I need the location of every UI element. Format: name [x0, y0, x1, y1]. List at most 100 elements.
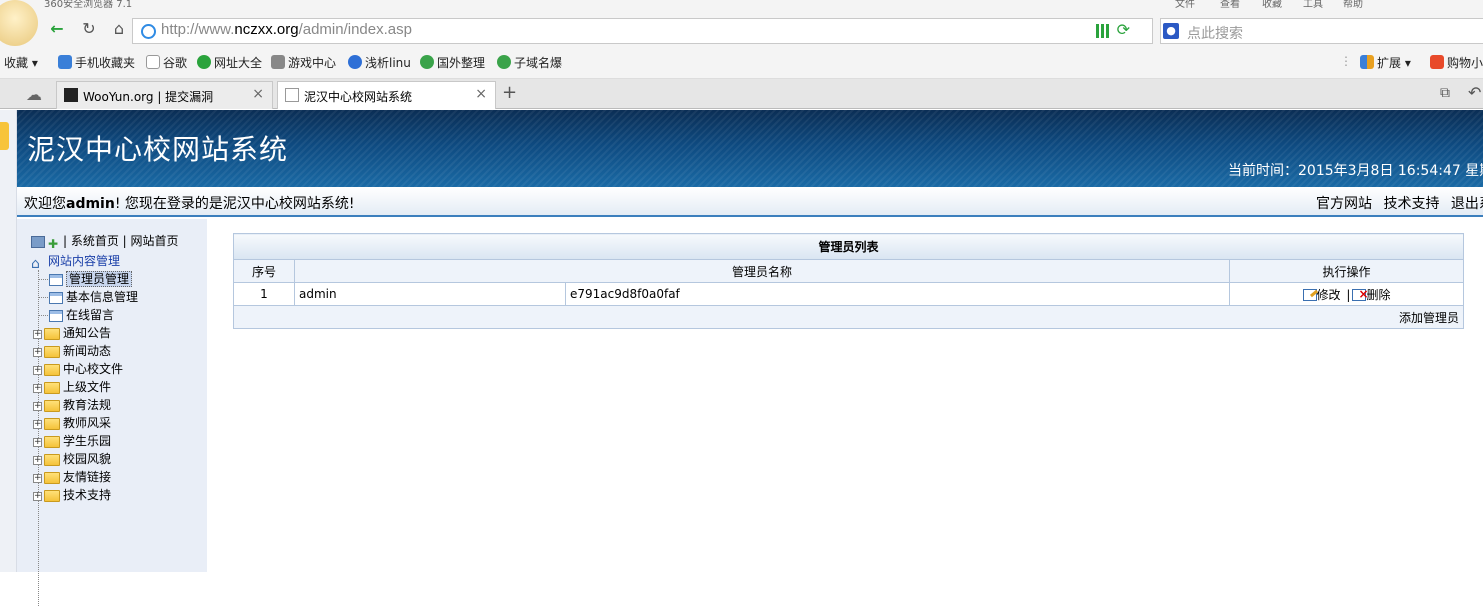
monitor-icon: [31, 236, 45, 248]
cell-no: 1: [233, 282, 295, 306]
add-admin-link[interactable]: 添加管理员: [1399, 311, 1459, 325]
home-icon[interactable]: ⌂: [108, 18, 130, 40]
fav-item-subdomain[interactable]: 子域名爆: [497, 54, 562, 71]
sidebar-folder-notices[interactable]: + 通知公告: [33, 324, 111, 342]
current-time: 当前时间：2015年3月8日 16:54:47 星期: [1228, 163, 1483, 179]
qr-code-icon[interactable]: [1096, 24, 1110, 38]
favorites-menu[interactable]: 收藏 ▾: [4, 54, 38, 71]
folder-icon: [44, 328, 60, 340]
fav-item-mobile[interactable]: 手机收藏夹: [58, 54, 135, 71]
folder-icon: [44, 346, 60, 358]
folder-icon: [44, 382, 60, 394]
site-security-icon: [141, 24, 156, 39]
user-avatar-icon[interactable]: [0, 0, 38, 46]
edit-button[interactable]: 修改: [1302, 288, 1341, 302]
sidebar-home-links[interactable]: ✚ | 系统首页 | 网站首页: [31, 232, 179, 250]
sidebar-folder-regulations[interactable]: + 教育法规: [33, 396, 111, 414]
page-icon: [49, 292, 63, 304]
cell-admin-password: e791ac9d8f0a0faf: [565, 282, 1230, 306]
column-header-actions: 执行操作: [1229, 259, 1464, 283]
url-input[interactable]: http://www.nczxx.org/admin/index.asp ⟳ ⌄: [132, 18, 1174, 44]
wooyun-favicon-icon: [64, 88, 78, 102]
sidebar-folder-tech-support[interactable]: + 技术支持: [33, 486, 111, 504]
expand-icon[interactable]: +: [33, 384, 42, 393]
cloud-icon[interactable]: ☁: [26, 85, 42, 104]
menu-help[interactable]: 帮助: [1343, 0, 1363, 10]
baidu-search-engine-icon[interactable]: ●: [1163, 23, 1179, 39]
table-footer: 添加管理员: [233, 305, 1464, 329]
menu-file[interactable]: 文件: [1175, 0, 1195, 10]
undo-close-icon[interactable]: ↶: [1468, 83, 1481, 102]
refresh-icon[interactable]: ↻: [78, 18, 100, 40]
info-icon: [348, 55, 362, 69]
fav-item-games[interactable]: 游戏中心: [271, 54, 336, 71]
menu-favorites[interactable]: 收藏: [1262, 0, 1282, 10]
menu-tools[interactable]: 工具: [1303, 0, 1323, 10]
expand-icon[interactable]: +: [33, 474, 42, 483]
speed-icon[interactable]: ⟳: [1117, 20, 1130, 39]
tab-site[interactable]: 泥汉中心校网站系统 ×: [277, 81, 496, 109]
folder-icon: [44, 436, 60, 448]
site-title: 泥汉中心校网站系统: [27, 133, 289, 166]
expand-icon[interactable]: +: [33, 492, 42, 501]
column-header-name: 管理员名称: [294, 259, 1230, 283]
back-arrow-icon[interactable]: ←: [46, 18, 68, 40]
cell-admin-name: admin: [294, 282, 566, 306]
fav-item-foreign[interactable]: 国外整理: [420, 54, 485, 71]
welcome-bar: 欢迎您admin! 您现在登录的是泥汉中心校网站系统! 官方网站 技术支持 退出…: [17, 187, 1483, 217]
sidebar-item-admin[interactable]: 管理员管理: [49, 270, 133, 288]
folder-icon: [44, 364, 60, 376]
link-tech-support[interactable]: 技术支持: [1383, 196, 1439, 212]
page-icon: [285, 88, 299, 102]
column-header-no: 序号: [233, 259, 295, 283]
sidebar-folder-campus[interactable]: + 校园风貌: [33, 450, 111, 468]
expand-icon[interactable]: +: [33, 402, 42, 411]
link-logout[interactable]: 退出系: [1451, 196, 1483, 212]
extensions-button[interactable]: 扩展 ▾: [1360, 54, 1411, 71]
page-icon: [49, 310, 63, 322]
delete-button[interactable]: 删除: [1352, 287, 1390, 302]
sidebar-toggle-icon[interactable]: [0, 122, 9, 150]
restore-tabs-icon[interactable]: ⧉: [1440, 85, 1450, 101]
expand-icon[interactable]: +: [33, 366, 42, 375]
menu-view[interactable]: 查看: [1220, 0, 1240, 10]
admin-sidebar: ✚ | 系统首页 | 网站首页 ⌂ 网站内容管理 管理员管理 基本信息管理 在线留言…: [17, 219, 207, 606]
sidebar-folder-higher-files[interactable]: + 上级文件: [33, 378, 111, 396]
expand-icon[interactable]: +: [33, 456, 42, 465]
link-official-site[interactable]: 官方网站: [1316, 196, 1372, 212]
sidebar-folder-links[interactable]: + 友情链接: [33, 468, 111, 486]
sidebar-folder-news[interactable]: + 新闻动态: [33, 342, 111, 360]
expand-icon[interactable]: +: [33, 330, 42, 339]
tab-wooyun[interactable]: WooYun.org | 提交漏洞 ×: [56, 81, 273, 109]
expand-icon[interactable]: +: [33, 420, 42, 429]
search-input[interactable]: ● 点此搜索: [1160, 18, 1483, 44]
expand-icon[interactable]: +: [33, 438, 42, 447]
sidebar-root[interactable]: ⌂ 网站内容管理: [31, 252, 120, 271]
folder-icon: [44, 490, 60, 502]
more-dots-icon[interactable]: ⋮: [1340, 54, 1352, 68]
fav-item-google[interactable]: 谷歌: [146, 54, 187, 71]
close-icon[interactable]: ×: [252, 86, 264, 102]
site-banner: 泥汉中心校网站系统 当前时间：2015年3月8日 16:54:47 星期: [17, 110, 1483, 187]
sidebar-folder-students[interactable]: + 学生乐园: [33, 432, 111, 450]
fav-item-hao[interactable]: 网址大全: [197, 54, 262, 71]
shopping-button[interactable]: 购物小: [1430, 54, 1483, 71]
page-icon: [49, 274, 63, 286]
folder-icon: [44, 418, 60, 430]
close-icon[interactable]: ×: [475, 86, 487, 102]
fav-item-linux[interactable]: 浅析linu: [348, 54, 411, 71]
folder-icon: [44, 400, 60, 412]
browser-sidebar-strip: [0, 110, 17, 572]
admin-list-table: 管理员列表 序号 管理员名称 执行操作 1 admin e791ac9d8f0a…: [233, 233, 1464, 329]
new-tab-button[interactable]: +: [502, 82, 517, 103]
top-links: 官方网站 技术支持 退出系: [1316, 193, 1483, 213]
circle-icon: [497, 55, 511, 69]
sidebar-folder-school-files[interactable]: + 中心校文件: [33, 360, 123, 378]
sidebar-item-basic-info[interactable]: 基本信息管理: [49, 288, 138, 306]
edit-icon: [1302, 288, 1317, 301]
sidebar-item-messages[interactable]: 在线留言: [49, 306, 114, 324]
sidebar-folder-teachers[interactable]: + 教师风采: [33, 414, 111, 432]
folder-icon: [44, 472, 60, 484]
expand-icon[interactable]: +: [33, 348, 42, 357]
favorites-bar: 收藏 ▾ 手机收藏夹 谷歌 网址大全 游戏中心 浅析linu 国外整理 子域名爆…: [0, 47, 1483, 79]
